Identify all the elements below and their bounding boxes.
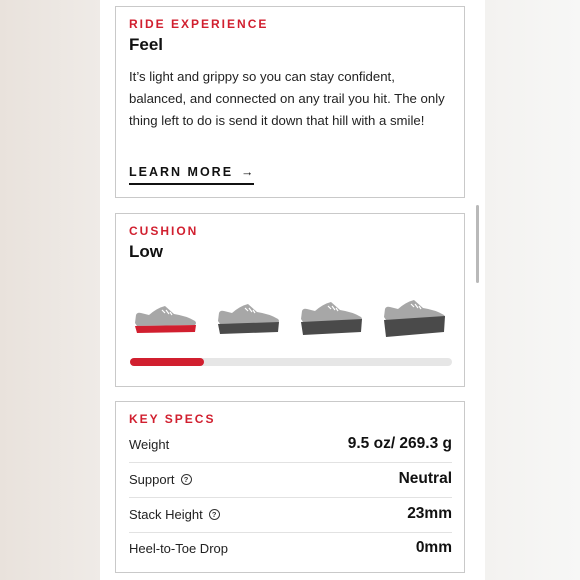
page-background-right [485, 0, 580, 580]
shoe-medium-icon [218, 304, 279, 334]
shoe-max-icon [384, 300, 445, 337]
spec-row-weight: Weight 9.5 oz/ 269.3 g [129, 427, 452, 461]
page-background-left [0, 0, 100, 580]
spec-label-stack-height: Stack Height ? [129, 507, 220, 522]
spec-row-heel-to-toe-drop: Heel-to-Toe Drop 0mm [129, 531, 452, 565]
ride-experience-eyebrow: RIDE EXPERIENCE [129, 17, 269, 31]
spec-row-support: Support ? Neutral [129, 462, 452, 496]
spec-value: 23mm [407, 505, 452, 522]
spec-value: 0mm [415, 539, 452, 556]
learn-more-label: LEARN MORE [129, 165, 234, 179]
question-circle-icon[interactable]: ? [180, 473, 192, 485]
ride-experience-card: RIDE EXPERIENCE Feel It’s light and grip… [115, 6, 465, 198]
spec-value: Neutral [398, 470, 452, 487]
spec-label: Stack Height [129, 506, 203, 522]
ride-experience-description: It’s light and grippy so you can stay co… [129, 69, 445, 128]
spec-row-stack-height: Stack Height ? 23mm [129, 497, 452, 531]
learn-more-link[interactable]: LEARN MORE → [129, 165, 254, 185]
arrow-right-icon: → [241, 165, 254, 179]
spec-label-support: Support ? [129, 472, 192, 487]
spec-label: Weight [129, 436, 170, 452]
shoe-low-icon [135, 306, 196, 333]
scrollbar-thumb[interactable] [476, 205, 479, 283]
ride-experience-title: Feel [129, 35, 164, 54]
key-specs-eyebrow: KEY SPECS [129, 412, 216, 426]
question-circle-icon[interactable]: ? [208, 508, 220, 520]
cushion-title: Low [129, 242, 163, 261]
cushion-level-fill [130, 358, 205, 366]
cushion-eyebrow: CUSHION [129, 224, 199, 238]
key-specs-card: KEY SPECS Weight 9.5 oz/ 269.3 g Support… [115, 401, 465, 573]
cushion-level-track [130, 358, 452, 366]
cushion-card: CUSHION Low [115, 213, 465, 387]
spec-label: Support [129, 471, 175, 487]
spec-value: 9.5 oz/ 269.3 g [347, 435, 452, 452]
shoe-high-icon [301, 302, 362, 335]
spec-label: Heel-to-Toe Drop [129, 540, 228, 556]
